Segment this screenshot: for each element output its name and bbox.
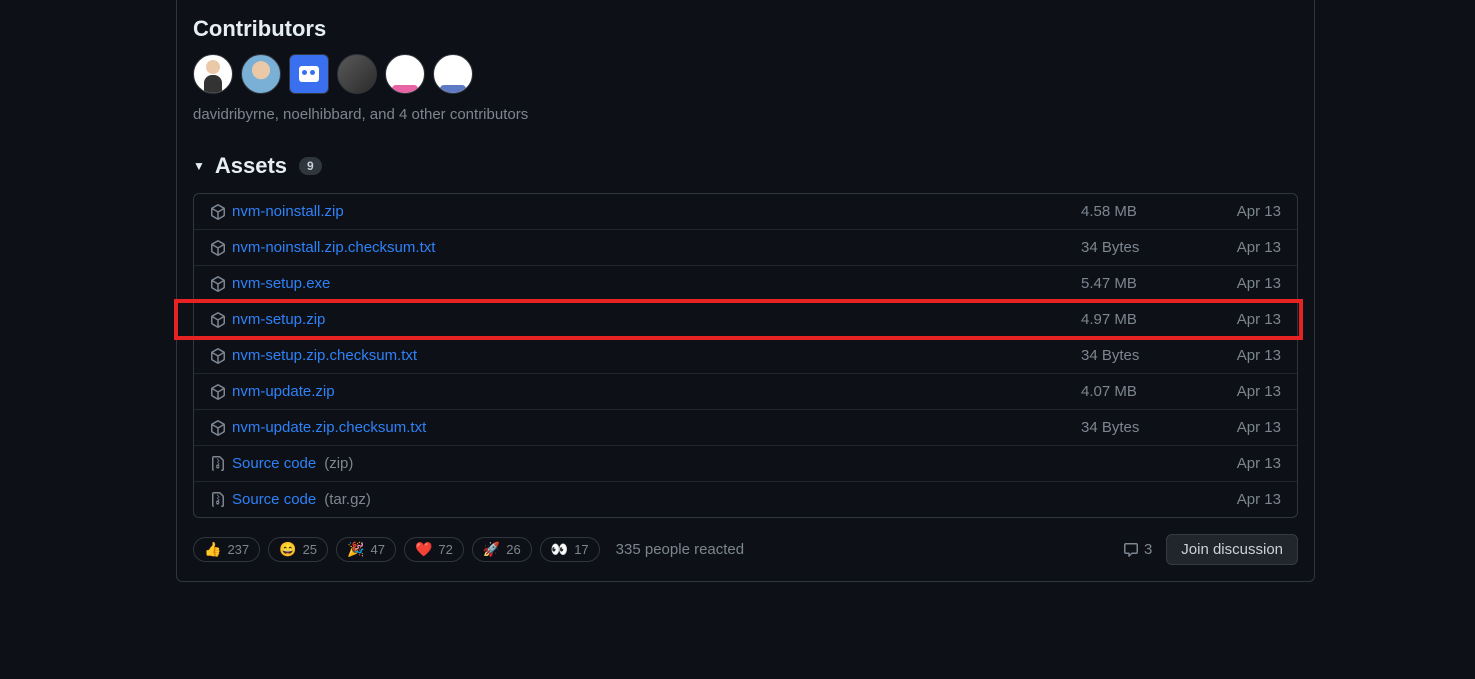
avatar[interactable] <box>433 54 473 94</box>
reaction-emoji: 🚀 <box>483 541 500 558</box>
asset-link[interactable]: nvm-noinstall.zip.checksum.txt <box>232 239 435 256</box>
asset-row: nvm-setup.zip 4.97 MBApr 13 <box>194 302 1297 338</box>
asset-size: 4.07 MB <box>1081 383 1201 400</box>
reaction-button[interactable]: 👀 17 <box>540 537 600 562</box>
asset-link[interactable]: nvm-setup.zip <box>232 311 325 328</box>
avatar[interactable] <box>337 54 377 94</box>
assets-count-badge: 9 <box>299 157 322 175</box>
file-zip-icon <box>210 492 226 508</box>
package-icon <box>210 420 226 436</box>
asset-link[interactable]: nvm-noinstall.zip <box>232 203 344 220</box>
package-icon <box>210 348 226 364</box>
reaction-button[interactable]: ❤️ 72 <box>404 537 464 562</box>
reaction-button[interactable]: 👍 237 <box>193 537 260 562</box>
asset-date: Apr 13 <box>1201 203 1281 220</box>
asset-date: Apr 13 <box>1201 455 1281 472</box>
comments-link[interactable]: 3 <box>1123 541 1152 558</box>
asset-link[interactable]: Source code <box>232 491 316 508</box>
reaction-emoji: 😄 <box>279 541 296 558</box>
asset-date: Apr 13 <box>1201 491 1281 508</box>
reaction-button[interactable]: 🚀 26 <box>472 537 532 562</box>
contributors-title: Contributors <box>177 0 1314 54</box>
package-icon <box>210 204 226 220</box>
reaction-emoji: 🎉 <box>347 541 364 558</box>
asset-size: 4.58 MB <box>1081 203 1201 220</box>
avatar[interactable] <box>241 54 281 94</box>
asset-row: nvm-noinstall.zip.checksum.txt 34 BytesAp… <box>194 230 1297 266</box>
comment-icon <box>1123 542 1139 558</box>
avatar[interactable] <box>289 54 329 94</box>
assets-toggle[interactable]: ▼ Assets 9 <box>177 143 1314 193</box>
comments-count: 3 <box>1144 541 1152 558</box>
reaction-emoji: 👀 <box>551 541 568 558</box>
asset-sub-label: (tar.gz) <box>324 491 371 508</box>
join-discussion-button[interactable]: Join discussion <box>1166 534 1298 565</box>
reaction-button[interactable]: 🎉 47 <box>336 537 396 562</box>
reaction-count: 26 <box>506 542 520 557</box>
reaction-button[interactable]: 😄 25 <box>268 537 328 562</box>
reaction-count: 237 <box>227 542 249 557</box>
asset-size: 4.97 MB <box>1081 311 1201 328</box>
asset-row: Source code (tar.gz) Apr 13 <box>194 482 1297 517</box>
package-icon <box>210 276 226 292</box>
file-zip-icon <box>210 456 226 472</box>
package-icon <box>210 240 226 256</box>
contributor-avatars <box>177 54 1314 106</box>
reaction-emoji: ❤️ <box>415 541 432 558</box>
asset-date: Apr 13 <box>1201 347 1281 364</box>
assets-title: Assets <box>215 153 287 179</box>
asset-link[interactable]: nvm-update.zip <box>232 383 335 400</box>
asset-row: nvm-setup.exe 5.47 MBApr 13 <box>194 266 1297 302</box>
avatar[interactable] <box>385 54 425 94</box>
asset-row: nvm-noinstall.zip 4.58 MBApr 13 <box>194 194 1297 230</box>
asset-row: Source code (zip) Apr 13 <box>194 446 1297 482</box>
reacted-summary[interactable]: 335 people reacted <box>616 541 744 558</box>
reaction-emoji: 👍 <box>204 541 221 558</box>
reaction-count: 17 <box>574 542 588 557</box>
caret-down-icon: ▼ <box>193 159 205 173</box>
asset-sub-label: (zip) <box>324 455 353 472</box>
package-icon <box>210 312 226 328</box>
asset-date: Apr 13 <box>1201 239 1281 256</box>
asset-size: 34 Bytes <box>1081 419 1201 436</box>
asset-size: 34 Bytes <box>1081 347 1201 364</box>
release-box: Contributors davidribyrne, noelhibbard, … <box>176 0 1315 582</box>
contributors-summary: davidribyrne, noelhibbard, and 4 other c… <box>177 106 1314 143</box>
asset-size: 5.47 MB <box>1081 275 1201 292</box>
asset-row: nvm-update.zip 4.07 MBApr 13 <box>194 374 1297 410</box>
release-footer: 👍237😄25🎉47❤️72🚀26👀17 335 people reacted … <box>177 518 1314 565</box>
avatar[interactable] <box>193 54 233 94</box>
asset-row: nvm-update.zip.checksum.txt 34 BytesApr 1… <box>194 410 1297 446</box>
asset-date: Apr 13 <box>1201 275 1281 292</box>
asset-link[interactable]: Source code <box>232 455 316 472</box>
reaction-count: 47 <box>370 542 384 557</box>
asset-date: Apr 13 <box>1201 311 1281 328</box>
asset-link[interactable]: nvm-setup.zip.checksum.txt <box>232 347 417 364</box>
asset-link[interactable]: nvm-setup.exe <box>232 275 330 292</box>
reaction-count: 72 <box>438 542 452 557</box>
asset-date: Apr 13 <box>1201 383 1281 400</box>
package-icon <box>210 384 226 400</box>
reaction-count: 25 <box>303 542 317 557</box>
asset-link[interactable]: nvm-update.zip.checksum.txt <box>232 419 426 436</box>
assets-list: nvm-noinstall.zip4.58 MBApr 13nvm-noinst… <box>193 193 1298 518</box>
asset-row: nvm-setup.zip.checksum.txt 34 BytesApr 13 <box>194 338 1297 374</box>
asset-date: Apr 13 <box>1201 419 1281 436</box>
asset-size: 34 Bytes <box>1081 239 1201 256</box>
